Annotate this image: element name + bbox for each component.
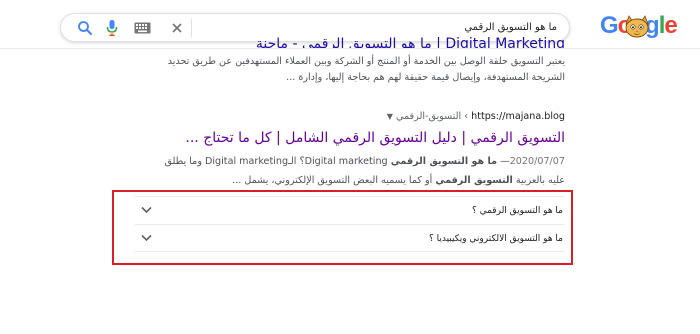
snippet-dash: — (497, 156, 510, 167)
cite-path: › التسويق-الرقمي (396, 111, 469, 122)
cite-domain: https://majana.blog (471, 111, 565, 122)
search-icon[interactable] (77, 20, 93, 36)
header-divider (0, 48, 700, 49)
result-snippet: 2020/07/07— ما هو التسويق الرقمي Digital… (125, 152, 565, 190)
keyboard-icon[interactable] (134, 22, 151, 34)
snippet-text-1: Digital marketing؟ الـDigital marketing … (164, 156, 391, 167)
result-title-link[interactable]: التسويق الرقمي | دليل التسويق الرقمي الش… (125, 127, 565, 149)
result-date: 2020/07/07 (509, 156, 565, 167)
snippet-bold-1: ما هو التسويق الرقمي (390, 156, 498, 167)
snippet-bold-2: التسويق الرقمي (435, 175, 513, 186)
search-divider (191, 19, 192, 37)
google-logo[interactable]: Google (600, 11, 678, 41)
clear-icon[interactable] (169, 20, 185, 36)
previous-result-title[interactable]: Digital Marketing | ما هو التسويق الرقمي… (135, 37, 565, 48)
menu-triangle-icon[interactable]: ▼ (387, 112, 393, 121)
search-input[interactable]: ما هو التسويق الرقمي (257, 20, 557, 36)
highlight-box (112, 190, 573, 265)
mic-icon[interactable] (106, 19, 118, 37)
previous-result-snippet: يعتبر التسويق حلقة الوصل بين الخدمة أو ا… (167, 56, 565, 83)
snippet-text-2b: أو كما يسميه البعض التسويق الإلكتروني، ي… (232, 175, 436, 186)
result-cite[interactable]: https://majana.blog › التسويق-الرقمي ▼ (135, 110, 565, 124)
doodle-cat-icon (625, 15, 649, 38)
snippet-text-2a: عليه بالعربية (512, 175, 565, 186)
